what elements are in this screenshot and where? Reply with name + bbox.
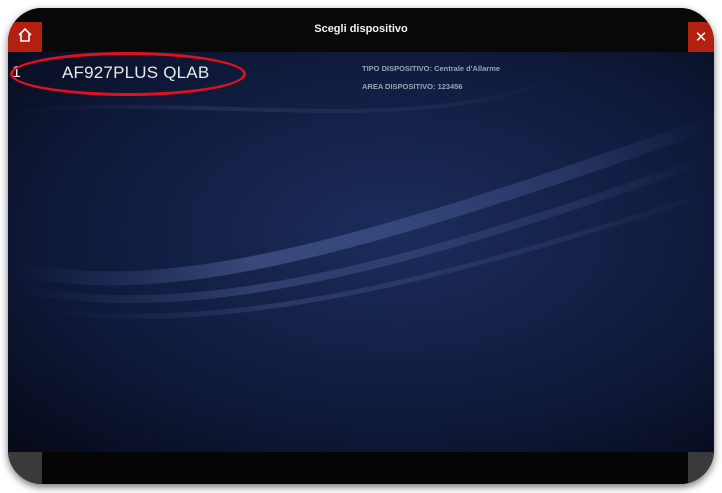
device-list-item[interactable]: 1 AF927PLUS QLAB bbox=[8, 52, 328, 96]
window-title: Scegli dispositivo bbox=[314, 23, 408, 35]
bottom-bar bbox=[8, 452, 714, 484]
bottom-left-button[interactable] bbox=[8, 452, 42, 484]
close-button[interactable]: ✕ bbox=[688, 22, 714, 52]
bottom-right-button[interactable] bbox=[688, 452, 714, 484]
device-type-label: TIPO DISPOSITIVO: Centrale d'Allarme bbox=[362, 64, 501, 73]
device-list-panel: 1 AF927PLUS QLAB TIPO DISPOSITIVO: Centr… bbox=[8, 52, 714, 452]
highlight-annotation bbox=[10, 52, 246, 96]
background-swoosh-image bbox=[8, 52, 714, 452]
device-area-label: AREA DISPOSITIVO: 123456 bbox=[362, 82, 463, 91]
device-details: TIPO DISPOSITIVO: Centrale d'Allarme ARE… bbox=[362, 60, 500, 96]
close-icon: ✕ bbox=[694, 29, 708, 46]
device-selection-window: Scegli dispositivo ✕ 1 AF927PLUS QLAB TI… bbox=[8, 8, 714, 484]
title-bar: Scegli dispositivo ✕ bbox=[8, 8, 714, 52]
